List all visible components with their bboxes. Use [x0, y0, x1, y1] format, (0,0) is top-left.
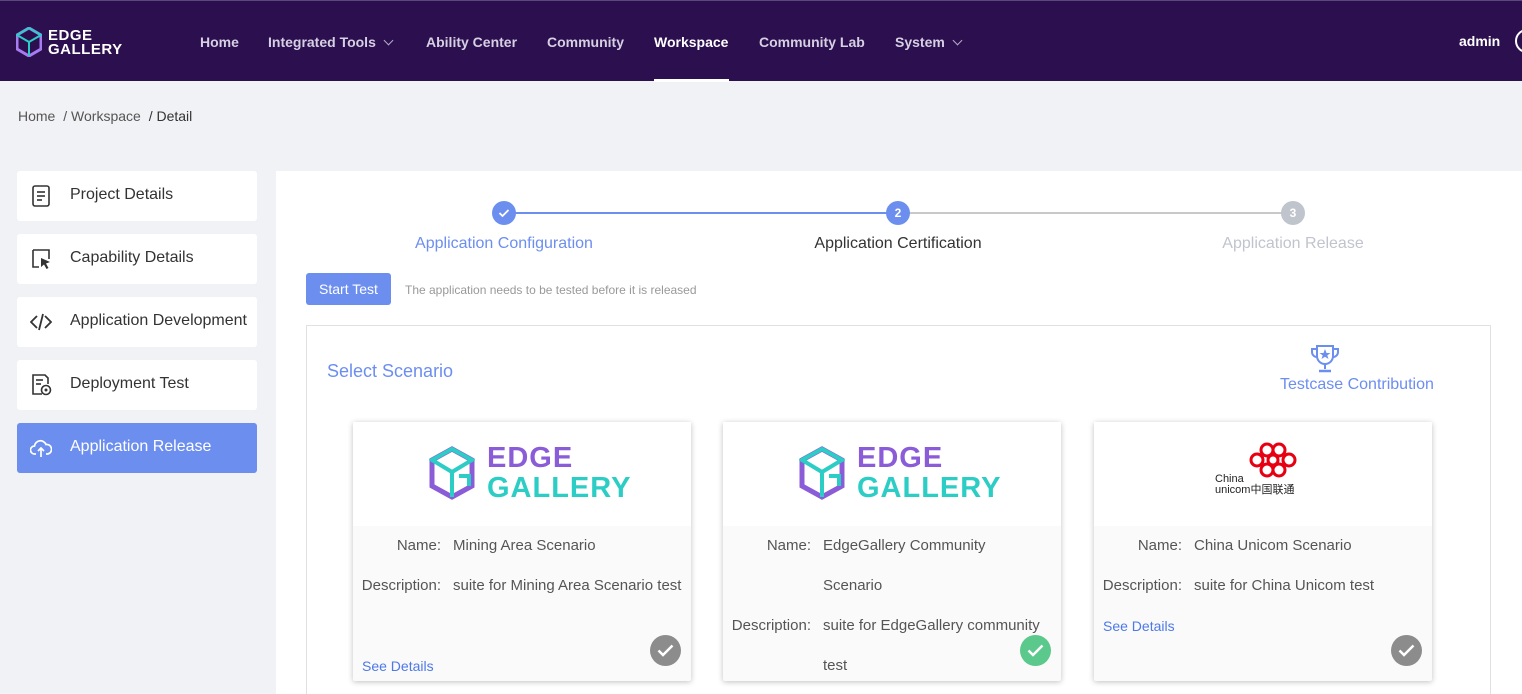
nav-integrated-tools[interactable]: Integrated Tools: [268, 34, 394, 50]
nav-ability-center[interactable]: Ability Center: [426, 34, 517, 50]
edgegallery-cube-logo: [799, 446, 845, 500]
trophy-icon: [1311, 345, 1339, 373]
nav-community[interactable]: Community: [547, 34, 624, 50]
nav-community-lab[interactable]: Community Lab: [759, 34, 865, 50]
sidebar-item-label: Project Details: [70, 186, 174, 203]
cursor-icon: [32, 249, 50, 269]
check-icon: [498, 209, 510, 218]
select-scenario-title: Select Scenario: [327, 361, 454, 381]
sidebar-item-label: Capability Details: [70, 249, 194, 266]
logo-word-edge: EDGE: [487, 442, 574, 474]
logo-word-unicom: unicom中国联通: [1215, 484, 1295, 496]
scenario-card-mining-area[interactable]: EDGE GALLERY Name: Mining Area Scenario …: [353, 422, 691, 681]
testcase-contribution-label: Testcase Contribution: [1280, 376, 1434, 393]
nav-system-label: System: [895, 34, 945, 50]
logo-text-gallery: GALLERY: [48, 41, 123, 58]
name-key: Name:: [1137, 537, 1182, 554]
start-test-button[interactable]: Start Test: [306, 273, 391, 305]
user-menu-icon[interactable]: [1515, 29, 1522, 53]
nav-integrated-tools-label: Integrated Tools: [268, 34, 376, 50]
description-key: Description:: [1102, 577, 1182, 594]
testcase-contribution-link[interactable]: Testcase Contribution: [1280, 344, 1452, 396]
step-2-label: Application Certification: [814, 235, 982, 252]
sidebar-item-capability-details[interactable]: Capability Details: [17, 234, 257, 284]
step-2-current: 2: [886, 201, 910, 225]
main-panel: 2 3 Application Configuration Applicatio…: [276, 171, 1522, 694]
check-icon: [657, 644, 674, 657]
description-key: Description:: [361, 577, 441, 594]
see-details-link[interactable]: See Details: [362, 658, 434, 674]
active-nav-indicator: [654, 79, 729, 82]
step-connector-pending: [898, 212, 1293, 214]
select-check-icon[interactable]: [650, 635, 681, 666]
code-icon: [30, 313, 52, 331]
document-icon: [32, 185, 50, 207]
sidebar-item-label: Application Development: [70, 312, 247, 329]
select-check-icon[interactable]: [1391, 635, 1422, 666]
card-logo-area: EDGE GALLERY: [353, 422, 691, 526]
scenario-name: Mining Area Scenario: [453, 537, 596, 554]
see-details-link[interactable]: See Details: [1103, 618, 1175, 634]
selected-check-icon[interactable]: [1020, 635, 1051, 666]
logo-word-gallery: GALLERY: [487, 472, 632, 504]
name-key: Name:: [396, 537, 441, 554]
test-hint-text: The application needs to be tested befor…: [405, 283, 697, 297]
sidebar-item-application-release[interactable]: Application Release: [17, 423, 257, 473]
scenario-description: suite for China Unicom test: [1194, 577, 1375, 594]
scenario-card-china-unicom[interactable]: China unicom中国联通 Name: China Unicom Scen…: [1094, 422, 1432, 681]
user-name[interactable]: admin: [1459, 33, 1500, 49]
breadcrumb-workspace[interactable]: / Workspace: [63, 108, 141, 124]
breadcrumb: Home / Workspace / Detail: [18, 108, 196, 124]
logo-word-edge: EDGE: [857, 442, 944, 474]
scenario-name: China Unicom Scenario: [1194, 537, 1352, 554]
check-icon: [1027, 644, 1044, 657]
test-report-icon: [32, 374, 52, 396]
sidebar-item-label: Application Release: [70, 438, 212, 455]
step-3-label: Application Release: [1222, 235, 1364, 252]
card-logo-area: EDGE GALLERY: [723, 422, 1061, 526]
nav-system[interactable]: System: [895, 34, 963, 50]
scenario-description: suite for Mining Area Scenario test: [453, 577, 682, 594]
description-key: Description:: [731, 617, 811, 634]
scenario-description: suite for EdgeGallery community test: [823, 617, 1040, 674]
logo-word-gallery: GALLERY: [857, 472, 1002, 504]
scenario-panel: Select Scenario Testcase Contribution ED…: [306, 325, 1491, 694]
nav-workspace[interactable]: Workspace: [654, 34, 728, 50]
sidebar-item-label: Deployment Test: [70, 375, 189, 392]
sidebar-item-deployment-test[interactable]: Deployment Test: [17, 360, 257, 410]
step-connector-done: [504, 212, 898, 214]
scenario-name: EdgeGallery Community Scenario: [823, 537, 986, 594]
step-1-label: Application Configuration: [415, 235, 593, 252]
step-1-done: [492, 201, 516, 225]
card-logo-area: China unicom中国联通: [1094, 422, 1432, 526]
top-navigation-bar: EDGE GALLERY Home Integrated Tools Abili…: [0, 0, 1522, 82]
edgegallery-logo[interactable]: EDGE GALLERY: [16, 25, 126, 61]
logo-cube-icon: [16, 27, 42, 57]
name-key: Name:: [766, 537, 811, 554]
scenario-card-edgegallery-community[interactable]: EDGE GALLERY Name: EdgeGallery Community…: [723, 422, 1061, 681]
chevron-down-icon: [952, 35, 963, 46]
step-3-pending: 3: [1281, 201, 1305, 225]
breadcrumb-home[interactable]: Home: [18, 108, 55, 124]
chevron-down-icon: [383, 35, 394, 46]
sidebar-item-application-development[interactable]: Application Development: [17, 297, 257, 347]
nav-home[interactable]: Home: [200, 34, 239, 50]
check-icon: [1398, 644, 1415, 657]
breadcrumb-detail: / Detail: [148, 108, 193, 124]
sidebar-item-project-details[interactable]: Project Details: [17, 171, 257, 221]
china-unicom-knot-logo: [1249, 442, 1297, 478]
edgegallery-cube-logo: [429, 446, 475, 500]
cloud-upload-icon: [30, 439, 52, 457]
